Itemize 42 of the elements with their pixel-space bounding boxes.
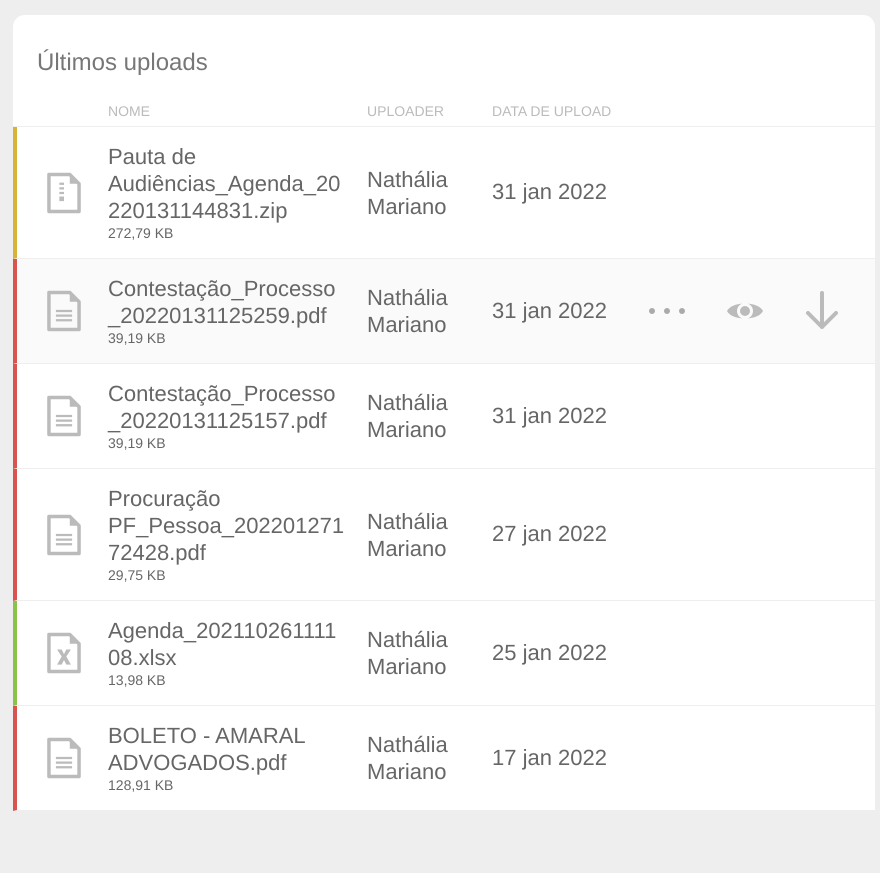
file-size: 39,19 KB (108, 434, 167, 452)
upload-row[interactable]: Pauta de Audiências_Agenda_20220131144831.zip 272,79 KB Nathália Mariano 31 jan 2022 (13, 127, 875, 259)
upload-date: 31 jan 2022 (492, 402, 607, 428)
uploader-name: Nathália Mariano (367, 626, 449, 680)
more-icon[interactable] (648, 307, 686, 315)
upload-row[interactable]: Contestação_Processo_20220131125157.pdf 39,19 KB Nathália Mariano 31 jan 2022 (13, 364, 875, 469)
card-title: Últimos uploads (37, 49, 208, 76)
upload-row[interactable]: Procuração PF_Pessoa_20220127172428.pdf 29,75 KB Nathália Mariano 27 jan 2022 (13, 469, 875, 601)
file-name: Contestação_Processo_20220131125259.pdf (108, 275, 336, 329)
file-name: Procuração PF_Pessoa_20220127172428.pdf (108, 485, 345, 566)
document-icon (44, 289, 82, 333)
file-name: Agenda_20211026111108.xlsx (108, 617, 338, 671)
upload-row[interactable]: BOLETO - AMARAL ADVOGADOS.pdf 128,91 KB Nathália Mariano 17 jan 2022 (13, 706, 875, 811)
upload-date: 25 jan 2022 (492, 640, 607, 664)
column-header: UPLOADER (367, 103, 444, 119)
upload-row[interactable]: Contestação_Processo_20220131125259.pdf 39,19 KB Nathália Mariano 31 jan 2022 (13, 259, 875, 364)
upload-date: 31 jan 2022 (492, 179, 607, 204)
uploader-name: Nathália Mariano (367, 166, 449, 220)
upload-date: 31 jan 2022 (492, 298, 607, 322)
uploader-name: Nathália Mariano (367, 508, 449, 562)
zip-file-icon (44, 170, 82, 214)
column-header: DATA DE UPLOAD (492, 103, 612, 119)
document-icon (44, 736, 82, 780)
upload-row[interactable]: Agenda_20211026111108.xlsx 13,98 KB Nathália Mariano 25 jan 2022 (13, 601, 875, 706)
download-icon[interactable] (804, 291, 840, 331)
spreadsheet-file-icon (44, 631, 82, 675)
document-icon (44, 394, 82, 438)
uploader-name: Nathália Mariano (367, 731, 449, 785)
file-size: 272,79 KB (108, 224, 174, 242)
upload-date: 27 jan 2022 (492, 521, 607, 546)
file-name: BOLETO - AMARAL ADVOGADOS.pdf (108, 722, 306, 776)
file-size: 39,19 KB (108, 329, 167, 347)
file-name: Pauta de Audiências_Agenda_20220131144831.zip (108, 143, 342, 224)
column-header: NOME (108, 103, 150, 119)
uploader-name: Nathália Mariano (367, 389, 449, 443)
file-size: 13,98 KB (108, 671, 167, 689)
file-size: 29,75 KB (108, 566, 167, 584)
uploader-name: Nathália Mariano (367, 284, 449, 338)
document-icon (44, 512, 82, 556)
upload-date: 17 jan 2022 (492, 744, 607, 770)
file-name: Contestação_Processo_20220131125157.pdf (108, 380, 336, 434)
file-size: 128,91 KB (108, 776, 174, 794)
